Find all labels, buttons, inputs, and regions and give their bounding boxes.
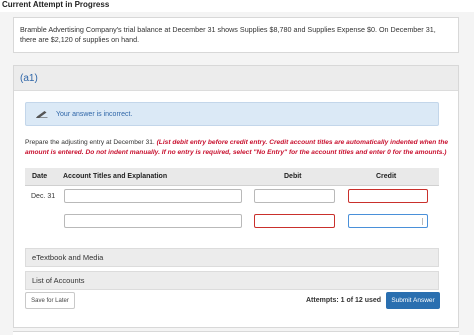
header-date: Date <box>32 173 48 180</box>
header-account: Account Titles and Explanation <box>63 173 168 180</box>
save-for-later-button[interactable]: Save for Later <box>25 292 75 309</box>
row2-debit-input[interactable] <box>254 214 335 228</box>
row1-credit-input[interactable] <box>348 189 428 203</box>
feedback-text: Your answer is incorrect. <box>56 110 133 118</box>
part-label: (a1) <box>14 66 458 91</box>
page-header-title: Current Attempt in Progress <box>0 0 474 12</box>
etextbook-accordion[interactable]: eTextbook and Media <box>25 248 439 267</box>
text-caret <box>422 218 423 225</box>
list-of-accounts-accordion[interactable]: List of Accounts <box>25 271 439 290</box>
row1-account-input[interactable] <box>64 189 242 203</box>
header-credit: Credit <box>376 173 397 180</box>
instructions: Prepare the adjusting entry at December … <box>25 138 450 158</box>
incorrect-feedback-banner: Your answer is incorrect. <box>25 102 439 126</box>
row2-account-input[interactable] <box>64 214 242 228</box>
submit-answer-button[interactable]: Submit Answer <box>386 292 440 309</box>
header-debit: Debit <box>284 173 302 180</box>
row2-credit-input[interactable] <box>348 214 428 228</box>
pencil-icon <box>36 111 48 118</box>
part-card: (a1) Your answer is incorrect. Prepare t… <box>13 65 459 328</box>
next-card-edge <box>13 331 459 335</box>
problem-statement: Bramble Advertising Company's trial bala… <box>13 17 459 53</box>
instruction-plain: Prepare the adjusting entry at December … <box>25 139 155 146</box>
row1-date: Dec. 31 <box>31 193 56 200</box>
attempts-counter: Attempts: 1 of 12 used <box>306 297 381 304</box>
attempts-value: 1 of 12 used <box>340 297 382 304</box>
attempts-label: Attempts: <box>306 297 339 304</box>
row1-debit-input[interactable] <box>254 189 335 203</box>
journal-table-header: Date Account Titles and Explanation Debi… <box>25 168 439 186</box>
